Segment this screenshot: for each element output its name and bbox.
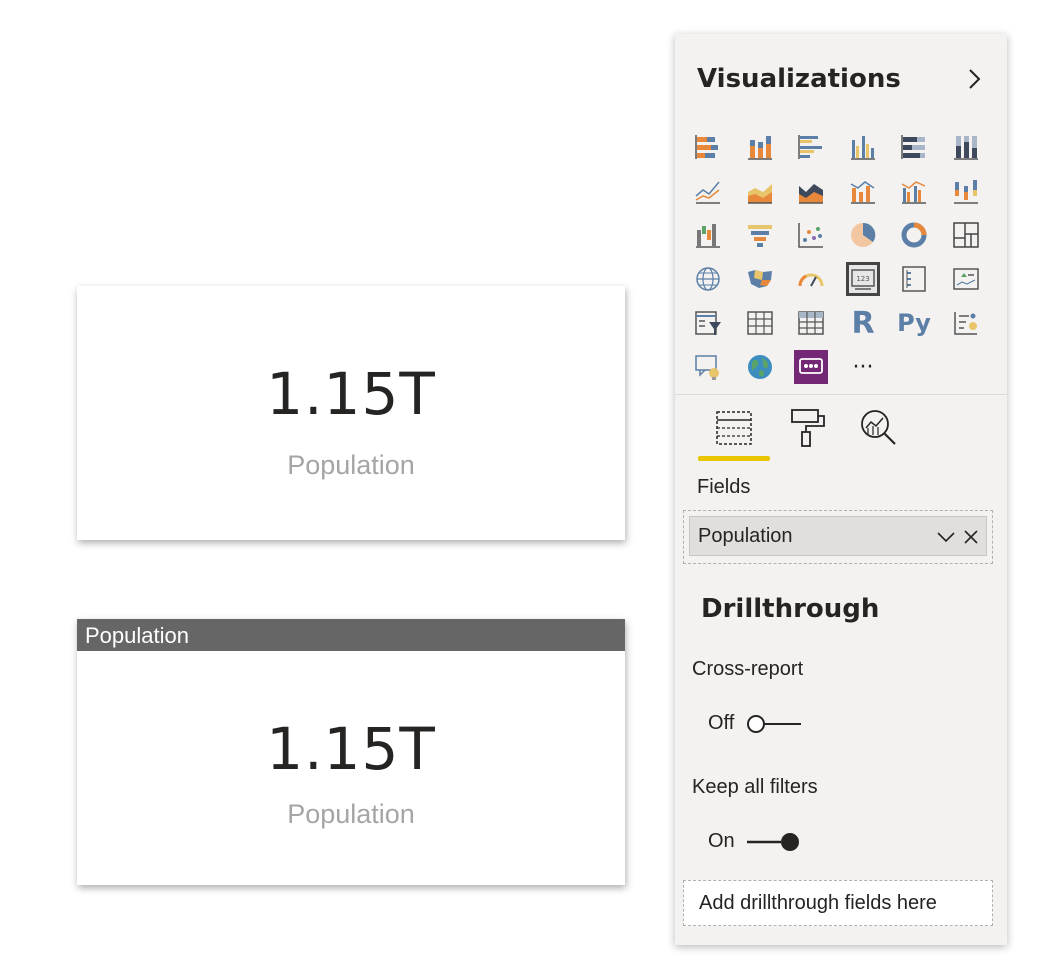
card-category-label: Population <box>287 450 415 480</box>
svg-text:123: 123 <box>856 275 869 283</box>
chevron-right-icon[interactable] <box>965 64 985 94</box>
matrix-icon[interactable] <box>794 306 828 340</box>
key-influencers-icon[interactable] <box>949 306 983 340</box>
analytics-tab-icon[interactable] <box>857 406 901 450</box>
drillthrough-fields-placeholder: Add drillthrough fields here <box>699 892 937 914</box>
multi-row-card-icon[interactable] <box>897 262 931 296</box>
card-visual-2[interactable]: Population 1.15T Population <box>77 619 625 885</box>
powerapps-icon[interactable] <box>794 350 828 384</box>
fields-label: Fields <box>697 476 751 498</box>
kpi-icon[interactable] <box>949 262 983 296</box>
drillthrough-fields-well[interactable]: Add drillthrough fields here <box>683 880 993 926</box>
cross-report-state: Off <box>708 712 735 734</box>
visualizations-pane: Visualizations 123 R Py ··· Fields Popul… <box>675 34 1007 945</box>
donut-chart-icon[interactable] <box>897 218 931 252</box>
stacked-column-chart-icon[interactable] <box>743 130 777 164</box>
keep-all-filters-toggle[interactable] <box>745 831 803 853</box>
map-icon[interactable] <box>691 262 725 296</box>
line-and-clustered-column-chart-icon[interactable] <box>897 174 931 208</box>
stacked-area-chart-icon[interactable] <box>794 174 828 208</box>
active-tab-indicator <box>698 456 770 461</box>
format-tab-icon[interactable] <box>786 406 830 450</box>
clustered-bar-chart-icon[interactable] <box>794 130 828 164</box>
waterfall-chart-icon[interactable] <box>691 218 725 252</box>
stacked-bar-chart-icon[interactable] <box>691 130 725 164</box>
ribbon-chart-icon[interactable] <box>949 174 983 208</box>
card-value: 1.15T <box>266 715 436 783</box>
arcgis-map-icon[interactable] <box>743 350 777 384</box>
100-stacked-bar-chart-icon[interactable] <box>897 130 931 164</box>
cross-report-toggle[interactable] <box>745 713 803 735</box>
slicer-icon[interactable] <box>691 306 725 340</box>
close-icon[interactable] <box>962 528 980 546</box>
clustered-column-chart-icon[interactable] <box>846 130 880 164</box>
cross-report-label: Cross-report <box>692 658 804 680</box>
100-stacked-column-chart-icon[interactable] <box>949 130 983 164</box>
fields-well[interactable]: Population <box>683 510 993 564</box>
gauge-icon[interactable] <box>794 262 828 296</box>
funnel-icon[interactable] <box>743 218 777 252</box>
treemap-icon[interactable] <box>949 218 983 252</box>
pie-chart-icon[interactable] <box>846 218 880 252</box>
card-category-label: Population <box>287 799 415 829</box>
gallery-divider <box>675 394 1007 395</box>
line-chart-icon[interactable] <box>691 174 725 208</box>
line-and-stacked-column-chart-icon[interactable] <box>846 174 880 208</box>
filled-map-icon[interactable] <box>743 262 777 296</box>
r-visual-glyph: R <box>851 305 875 341</box>
field-pill[interactable]: Population <box>689 516 987 556</box>
fields-tab-icon[interactable] <box>712 406 756 450</box>
table-icon[interactable] <box>743 306 777 340</box>
drillthrough-heading: Drillthrough <box>701 594 880 624</box>
more-visuals-icon[interactable]: ··· <box>846 350 880 384</box>
keep-all-filters-state: On <box>708 830 735 852</box>
more-visuals-glyph: ··· <box>852 354 874 380</box>
chevron-down-icon[interactable] <box>936 529 956 545</box>
python-visual-glyph: Py <box>897 309 931 337</box>
field-pill-label: Population <box>698 525 793 547</box>
r-visual-icon[interactable]: R <box>846 305 880 341</box>
python-visual-icon[interactable]: Py <box>897 306 931 340</box>
card-value: 1.15T <box>266 360 436 428</box>
pane-title: Visualizations <box>697 64 901 94</box>
qa-icon[interactable] <box>691 350 725 384</box>
area-chart-icon[interactable] <box>743 174 777 208</box>
card-visual-1[interactable]: 1.15T Population <box>77 286 625 540</box>
card-title: Population <box>77 619 625 651</box>
card-icon[interactable]: 123 <box>846 262 880 296</box>
scatter-chart-icon[interactable] <box>794 218 828 252</box>
keep-all-filters-label: Keep all filters <box>692 776 818 798</box>
